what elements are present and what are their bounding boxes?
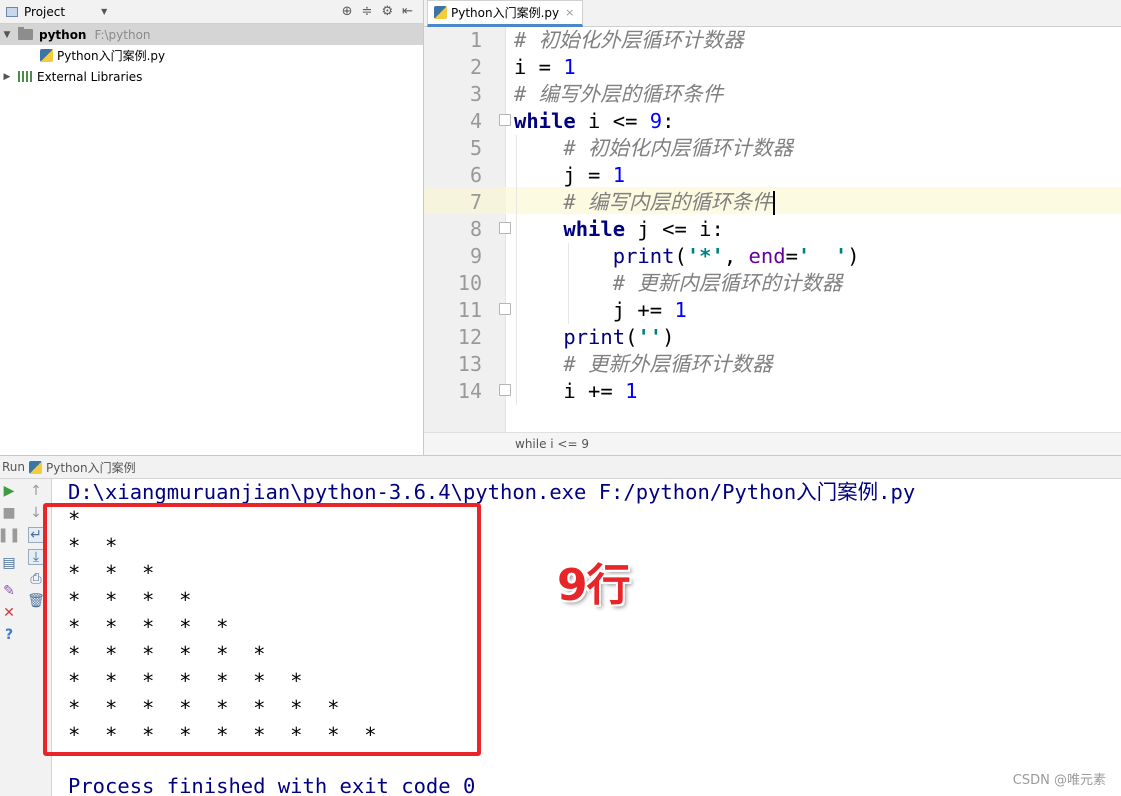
editor-tab-bar: Python入门案例.py ×: [424, 0, 1121, 27]
fold-icon[interactable]: [499, 384, 511, 396]
code-line-3: # 编写外层的循环条件: [514, 82, 724, 106]
folder-icon: [18, 27, 33, 40]
project-toolbar: Project ▼ ⊕ ≑ ⚙ ⇤: [0, 0, 423, 24]
library-icon: [18, 71, 32, 82]
line-number: 1: [469, 28, 482, 52]
fold-icon[interactable]: [499, 222, 511, 234]
code-line-10: # 更新内层循环的计数器: [612, 271, 843, 295]
code-line-11: j += 1: [612, 298, 687, 322]
project-panel: Project ▼ ⊕ ≑ ⚙ ⇤ ▼ python F:\python Pyt…: [0, 0, 424, 455]
highlight-box: [43, 503, 481, 756]
code-line-7: # 编写内层的循环条件: [563, 190, 775, 215]
trash-icon[interactable]: 🗑: [27, 593, 45, 609]
console-exit-message: Process finished with exit code 0: [68, 774, 476, 796]
annotation-label: 9行: [557, 560, 631, 611]
scroll-to-end-icon[interactable]: ⤓: [28, 549, 44, 565]
python-file-icon: [434, 6, 447, 19]
soft-wrap-icon[interactable]: ↵: [28, 527, 44, 543]
arrow-up-icon[interactable]: ↑: [28, 483, 44, 499]
line-number: 12: [457, 325, 482, 349]
run-console[interactable]: D:\xiangmuruanjian\python-3.6.4\python.e…: [43, 479, 1121, 796]
code-line-1: # 初始化外层循环计数器: [514, 28, 744, 52]
gear-icon[interactable]: ⚙: [381, 4, 393, 19]
line-number: 6: [469, 163, 482, 187]
tree-item-path: F:\python: [94, 27, 151, 42]
code-line-12: print(''): [563, 325, 675, 349]
code-line-14: i += 1: [563, 379, 638, 403]
line-number: 5: [469, 136, 482, 160]
tree-item-label: Python入门案例.py: [57, 49, 166, 63]
line-number: 9: [469, 244, 482, 268]
print-icon[interactable]: ⎙: [28, 571, 44, 587]
python-file-icon: [40, 49, 53, 62]
pin-icon[interactable]: ✎: [1, 583, 17, 599]
line-number: 11: [457, 298, 482, 322]
line-number: 4: [469, 109, 482, 133]
run-panel-header: Run Python入门案例: [0, 455, 1121, 479]
line-number: 8: [469, 217, 482, 241]
line-number: 13: [457, 352, 482, 376]
project-panel-title[interactable]: Project: [24, 5, 65, 19]
hide-icon[interactable]: ⇤: [402, 4, 413, 19]
fold-icon[interactable]: [499, 303, 511, 315]
python-file-icon: [29, 460, 43, 474]
close-icon[interactable]: ×: [565, 6, 574, 19]
fold-icon[interactable]: [499, 114, 511, 126]
line-number: 2: [469, 55, 482, 79]
collapse-all-icon[interactable]: ≑: [362, 4, 373, 19]
tab-python-file[interactable]: Python入门案例.py ×: [427, 0, 584, 27]
line-number: 7: [469, 190, 482, 214]
run-config-name[interactable]: Python入门案例: [46, 459, 136, 476]
tree-item-external-libraries[interactable]: ▶ External Libraries: [0, 66, 423, 87]
tab-label: Python入门案例.py: [451, 6, 560, 20]
console-command: D:\xiangmuruanjian\python-3.6.4\python.e…: [68, 480, 916, 504]
tree-item-label: python: [39, 27, 87, 42]
code-line-5: # 初始化内层循环计数器: [563, 136, 794, 160]
line-number: 10: [457, 271, 482, 295]
pause-icon[interactable]: ❚❚: [0, 527, 21, 543]
chevron-right-icon[interactable]: ▶: [0, 72, 14, 82]
tree-item-label: External Libraries: [37, 69, 143, 84]
watermark: CSDN @唯元素: [1012, 773, 1106, 788]
arrow-down-icon[interactable]: ↓: [28, 505, 44, 521]
code-line-4: while i <= 9:: [514, 109, 675, 133]
stop-icon[interactable]: ■: [1, 505, 17, 521]
chevron-down-icon[interactable]: ▼: [0, 30, 14, 40]
layout-icon[interactable]: ▤: [1, 555, 17, 571]
code-line-8: while j <= i:: [563, 217, 724, 241]
project-icon: [6, 6, 18, 17]
breadcrumb-item[interactable]: while i <= 9: [515, 437, 589, 451]
tree-item-python[interactable]: ▼ python F:\python: [0, 24, 423, 45]
line-number: 3: [469, 82, 482, 106]
code-line-9: print('*', end=' '): [612, 244, 860, 268]
help-icon[interactable]: ?: [1, 627, 17, 643]
play-icon[interactable]: ▶: [1, 483, 17, 499]
code-editor[interactable]: 1 2 3 4 5 6 7 8 9 10 11 12 13 14 # 初始化外层循环计数器 i = 1 #…: [424, 27, 1121, 432]
code-line-6: j = 1: [563, 163, 626, 187]
run-panel-label[interactable]: Run: [2, 460, 25, 474]
line-number: 14: [457, 379, 482, 403]
chevron-down-icon[interactable]: ▼: [101, 7, 107, 16]
locate-icon[interactable]: ⊕: [342, 4, 353, 19]
text-caret: [772, 191, 775, 215]
tree-item-file[interactable]: Python入门案例.py: [0, 45, 423, 66]
close-icon[interactable]: ✕: [1, 605, 17, 621]
code-line-2: i = 1: [514, 55, 576, 79]
code-line-13: # 更新外层循环计数器: [563, 352, 773, 376]
breadcrumb[interactable]: while i <= 9: [424, 432, 1121, 455]
